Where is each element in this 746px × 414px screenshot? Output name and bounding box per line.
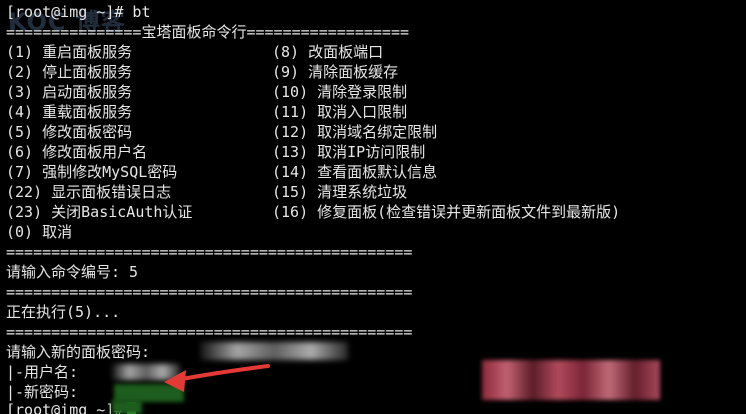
- terminal-window[interactable]: KOC 博客 [root@img ~]# bt ===============宝…: [0, 0, 746, 414]
- arrow-annotation: [164, 364, 270, 392]
